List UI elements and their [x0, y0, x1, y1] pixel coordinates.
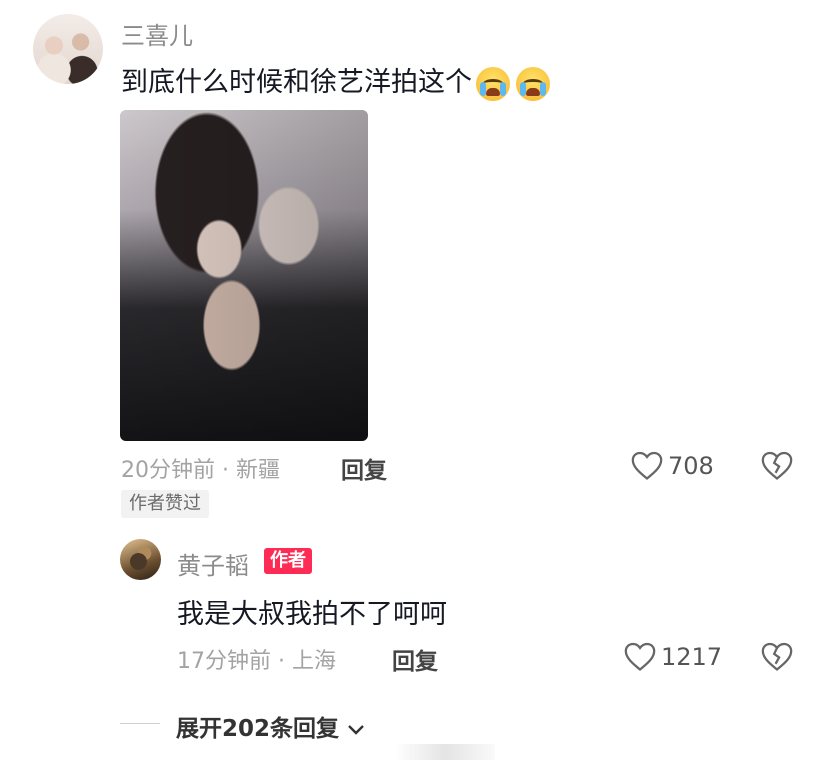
commenter-username[interactable]: 三喜儿: [121, 16, 193, 51]
chevron-down-icon: [348, 724, 364, 735]
expand-replies-button[interactable]: 展开202条回复: [176, 709, 365, 743]
expand-replies-label: 展开202条回复: [176, 716, 340, 742]
comment-meta: 20分钟前 · 新疆: [121, 452, 280, 484]
reply-button[interactable]: 回复: [341, 451, 387, 485]
like-button[interactable]: [630, 449, 664, 485]
commenter-avatar[interactable]: [33, 14, 103, 84]
broken-heart-icon: [761, 451, 793, 480]
like-count: 708: [668, 452, 714, 480]
comment-time: 20分钟前: [121, 458, 215, 483]
meta-separator: ·: [278, 649, 285, 674]
reply-reply-button[interactable]: 回复: [392, 642, 438, 676]
reply-time: 17分钟前: [177, 649, 271, 674]
comment-image[interactable]: [120, 110, 368, 441]
reply-like-count: 1217: [661, 643, 723, 671]
replier-avatar[interactable]: [120, 539, 161, 580]
expand-divider: [120, 723, 160, 724]
author-badge: 作者: [264, 548, 312, 574]
heart-icon: [631, 451, 663, 480]
author-liked-badge: 作者赞过: [121, 490, 209, 518]
reply-like-button[interactable]: [623, 640, 657, 676]
comment-location: 新疆: [236, 458, 281, 483]
broken-heart-icon: [761, 642, 793, 671]
blur-overlay: [395, 744, 495, 760]
meta-separator: ·: [222, 458, 229, 483]
reply-text: 我是大叔我拍不了呵呵: [177, 599, 447, 630]
comment-image-shade: [120, 110, 368, 441]
dislike-button[interactable]: [760, 449, 794, 485]
heart-icon: [624, 642, 656, 671]
replier-username[interactable]: 黄子韬: [177, 546, 249, 581]
comment-body: 到底什么时候和徐艺洋拍这个: [121, 67, 472, 98]
crying-face-icon: [476, 66, 510, 101]
reply-location: 上海: [292, 649, 337, 674]
crying-face-icon: [516, 66, 550, 101]
reply-dislike-button[interactable]: [760, 640, 794, 676]
comment-text: 到底什么时候和徐艺洋拍这个: [121, 60, 550, 101]
reply-meta: 17分钟前 · 上海: [177, 643, 336, 675]
